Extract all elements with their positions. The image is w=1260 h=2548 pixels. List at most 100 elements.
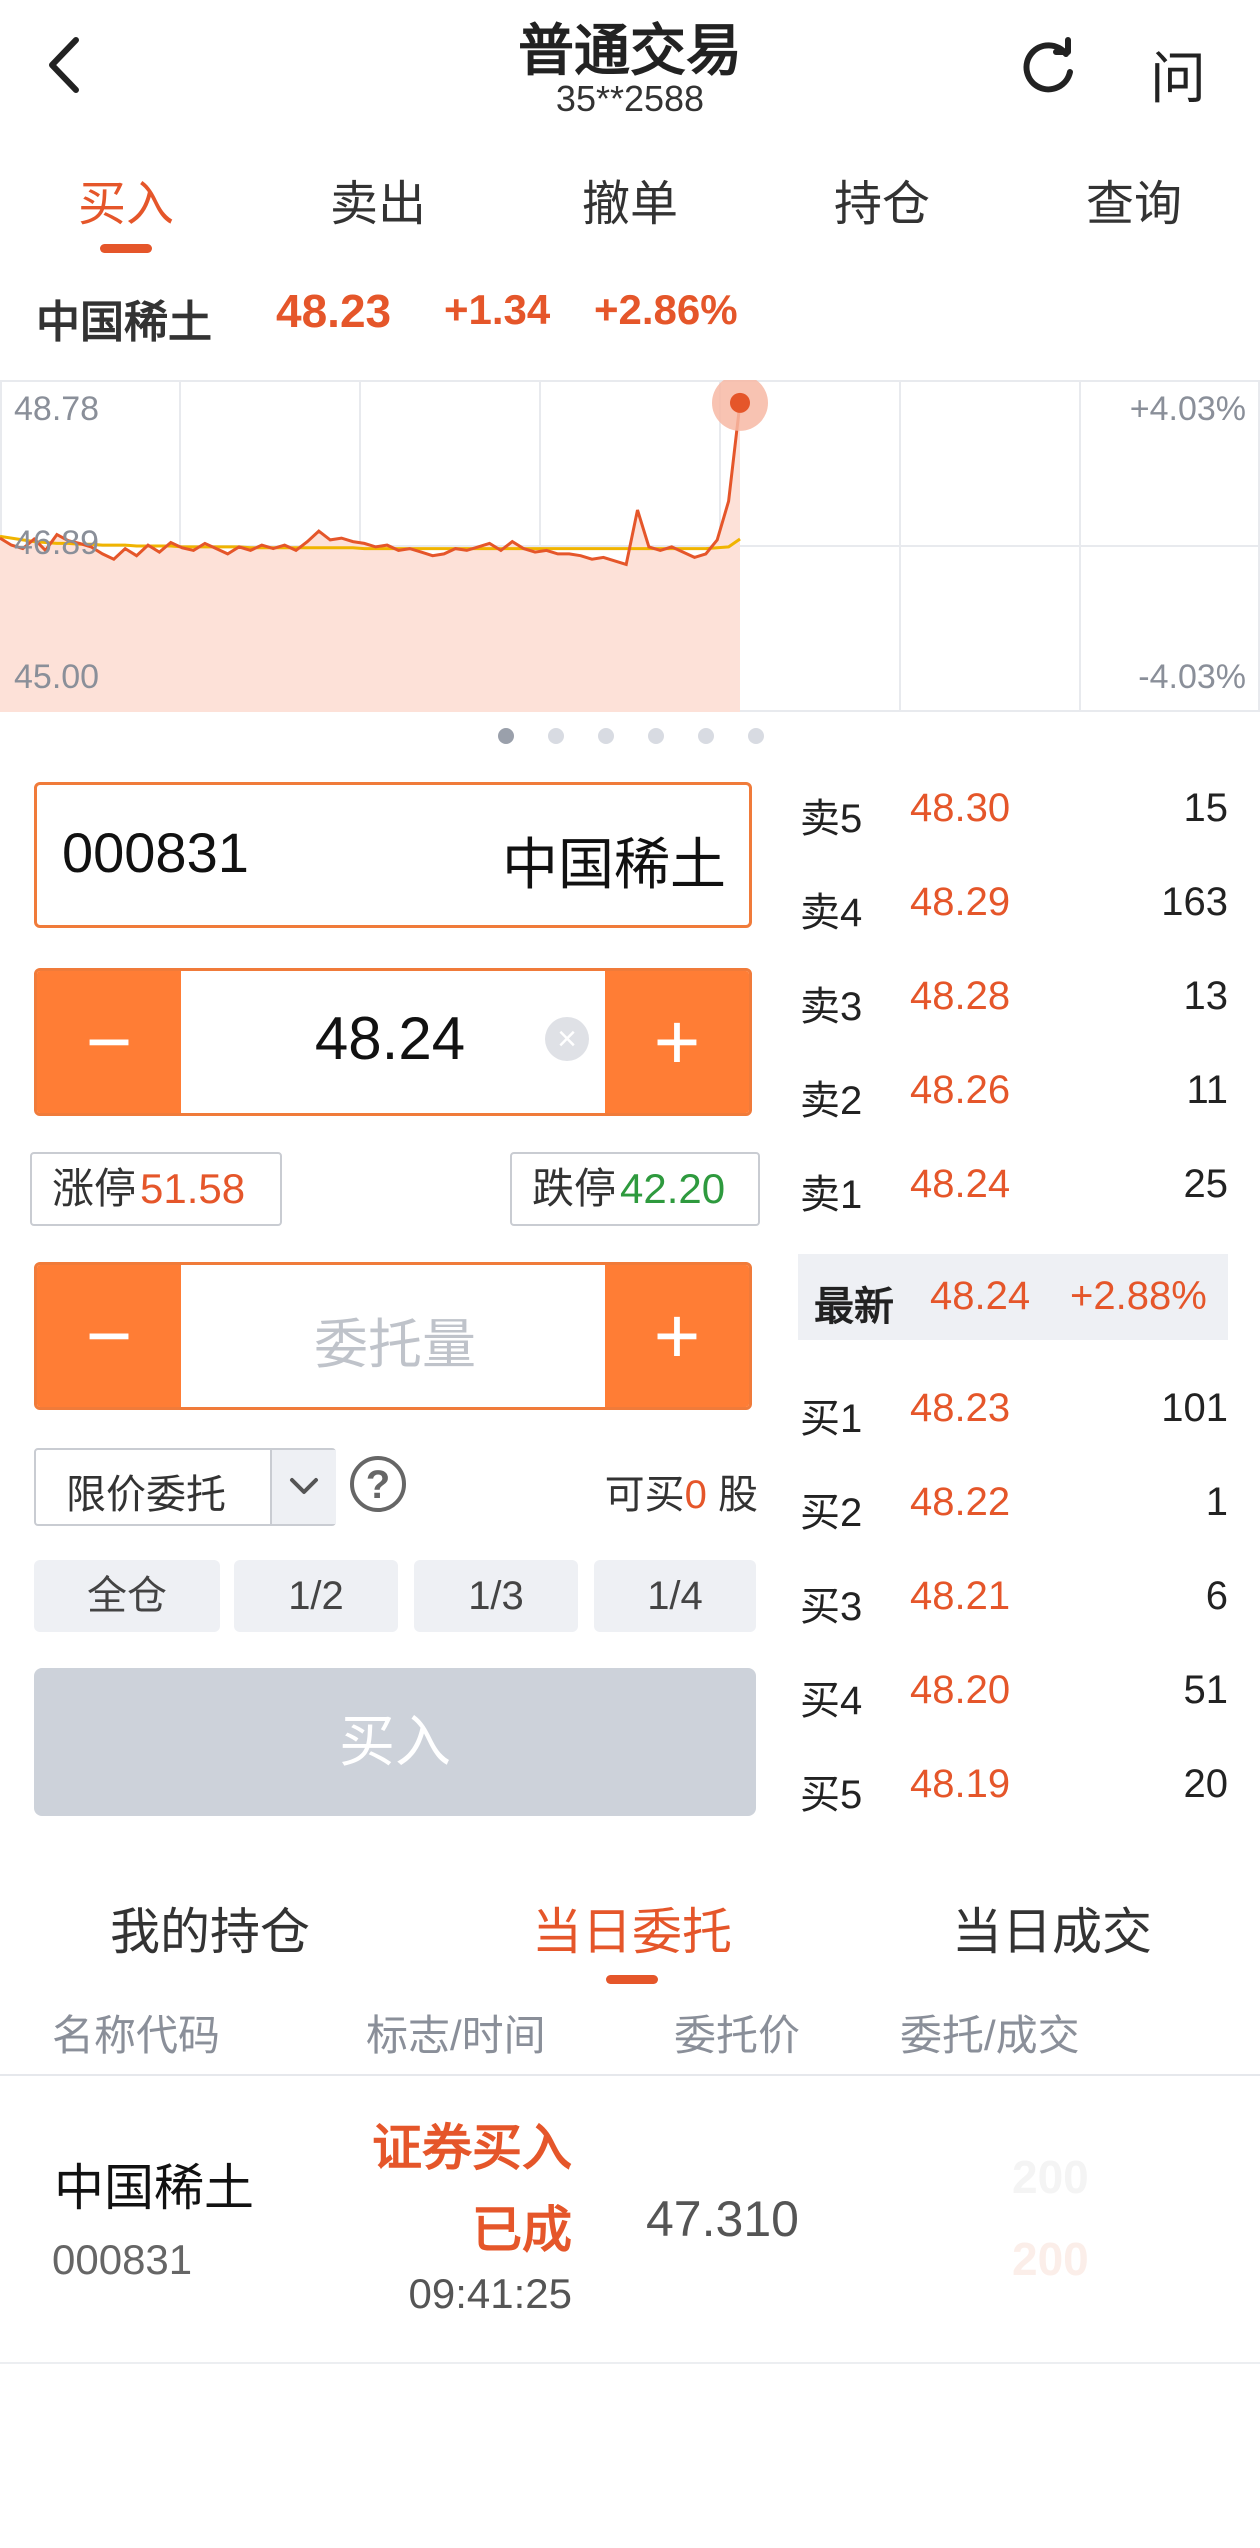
row-status: 已成 [472,2202,572,2258]
active-tab-indicator [100,244,152,253]
row-stock-code: 000831 [52,2236,193,2283]
ask-volume: 11 [1186,1068,1228,1112]
col-header-qty: 委托/成交 [900,2012,1080,2059]
question-icon[interactable]: ? [350,1456,406,1512]
tab-query[interactable]: 查询 [1054,164,1214,234]
col-header-name: 名称代码 [52,2012,221,2059]
pager-dot[interactable] [598,728,614,744]
can-buy-prefix: 可买 [604,1473,685,1517]
limit-down-button[interactable]: 跌停42.20 [510,1152,760,1226]
stock-price: 48.23 [276,285,392,337]
can-buy-unit: 股 [718,1473,758,1517]
divider [0,2362,1260,2364]
ask-volume: 15 [1183,786,1229,830]
ask-price[interactable]: 48.26 [910,1068,1010,1113]
quantity-input[interactable]: 委托量 [180,1300,610,1379]
stock-code: 000831 [62,821,249,884]
ask-label: 卖4 [800,891,863,935]
bid-label: 买5 [800,1773,863,1817]
bid-label: 买2 [800,1491,863,1535]
price-line [0,402,742,567]
intraday-chart[interactable]: 48.78 46.89 45.00 +4.03% -4.03% [0,380,1260,712]
bid-volume: 6 [1205,1574,1228,1618]
row-stock-name: 中国稀土 [54,2160,254,2216]
bid-volume: 51 [1183,1668,1229,1712]
quantity-decrease-button[interactable]: − [37,1265,181,1407]
bid-price[interactable]: 48.22 [910,1480,1010,1525]
tab-today-orders[interactable]: 当日委托 [532,1892,732,1964]
ratio-full-button[interactable]: 全仓 [34,1560,220,1632]
ratio-half-button[interactable]: 1/2 [234,1560,398,1632]
can-buy-count: 0 [684,1473,707,1517]
row-filled-qty: 200 [1012,2233,1089,2285]
limit-up-button[interactable]: 涨停51.58 [30,1152,282,1226]
row-order-price: 47.310 [646,2191,799,2247]
buy-button[interactable]: 买入 [34,1668,756,1816]
bid-label: 买4 [800,1679,863,1723]
chevron-down-icon[interactable] [270,1450,336,1524]
limit-up-label: 涨停 [52,1165,137,1212]
ask-volume: 25 [1183,1162,1229,1206]
stock-name: 中国稀土 [36,298,212,347]
tab-buy[interactable]: 买入 [46,164,206,234]
ask-volume: 163 [1161,880,1228,924]
pager-dot[interactable] [498,728,514,744]
bid-price[interactable]: 48.23 [910,1386,1010,1431]
ratio-third-button[interactable]: 1/3 [414,1560,578,1632]
bid-volume: 20 [1183,1762,1229,1806]
row-order-qty: 200 [1012,2151,1089,2203]
tab-cancel[interactable]: 撤单 [550,164,710,234]
latest-label: 最新 [814,1285,894,1329]
y-label-bottom: 45.00 [14,658,99,696]
stock-code-name: 中国稀土 [502,833,726,896]
ask-price[interactable]: 48.28 [910,974,1010,1019]
help-button[interactable]: 问 [1150,34,1206,115]
latest-price[interactable]: 48.24 [930,1274,1030,1319]
price-input[interactable]: 48.24 [180,1004,600,1073]
ask-price[interactable]: 48.24 [910,1162,1010,1207]
clear-icon[interactable]: × [545,1017,589,1061]
ratio-quarter-button[interactable]: 1/4 [594,1560,756,1632]
pager-dot[interactable] [548,728,564,744]
pct-label-bottom: -4.03% [1138,658,1246,696]
price-decrease-button[interactable]: − [37,971,181,1113]
tab-holdings[interactable]: 持仓 [802,164,962,234]
ask-label: 卖5 [800,797,863,841]
bid-price[interactable]: 48.21 [910,1574,1010,1619]
y-label-mid: 46.89 [14,524,99,562]
row-time: 09:41:25 [408,2270,573,2317]
price-increase-button[interactable]: + [605,971,749,1113]
y-label-top: 48.78 [14,390,99,428]
pager-dot[interactable] [698,728,714,744]
last-price-dot [730,392,750,413]
bid-volume: 101 [1161,1386,1228,1430]
pct-label-top: +4.03% [1130,390,1246,428]
latest-pct: +2.88% [1070,1274,1207,1318]
bid-label: 买3 [800,1585,863,1629]
ask-label: 卖1 [800,1173,863,1217]
bid-price[interactable]: 48.20 [910,1668,1010,1713]
limit-down-label: 跌停 [532,1165,617,1212]
can-buy-info: 可买0 股 [540,1462,758,1520]
bid-volume: 1 [1205,1480,1228,1524]
tab-today-trades[interactable]: 当日成交 [952,1892,1152,1964]
limit-down-value: 42.20 [620,1165,726,1212]
tab-my-holdings[interactable]: 我的持仓 [110,1892,310,1964]
tab-sell[interactable]: 卖出 [298,164,458,234]
row-operation: 证券买入 [372,2120,572,2176]
ask-price[interactable]: 48.30 [910,786,1010,831]
pager-dot[interactable] [648,728,664,744]
quantity-increase-button[interactable]: + [605,1265,749,1407]
col-header-price: 委托价 [674,2012,801,2059]
bid-price[interactable]: 48.19 [910,1762,1010,1807]
ask-volume: 13 [1183,974,1229,1018]
order-type-label: 限价委托 [66,1473,226,1517]
limit-up-value: 51.58 [140,1165,246,1212]
ask-label: 卖3 [800,985,863,1029]
ask-price[interactable]: 48.29 [910,880,1010,925]
pager-dot[interactable] [748,728,764,744]
refresh-icon[interactable] [1016,36,1080,100]
stock-change-pct: +2.86% [594,286,738,333]
bid-label: 买1 [800,1397,863,1441]
active-tab-indicator [606,1975,658,1984]
